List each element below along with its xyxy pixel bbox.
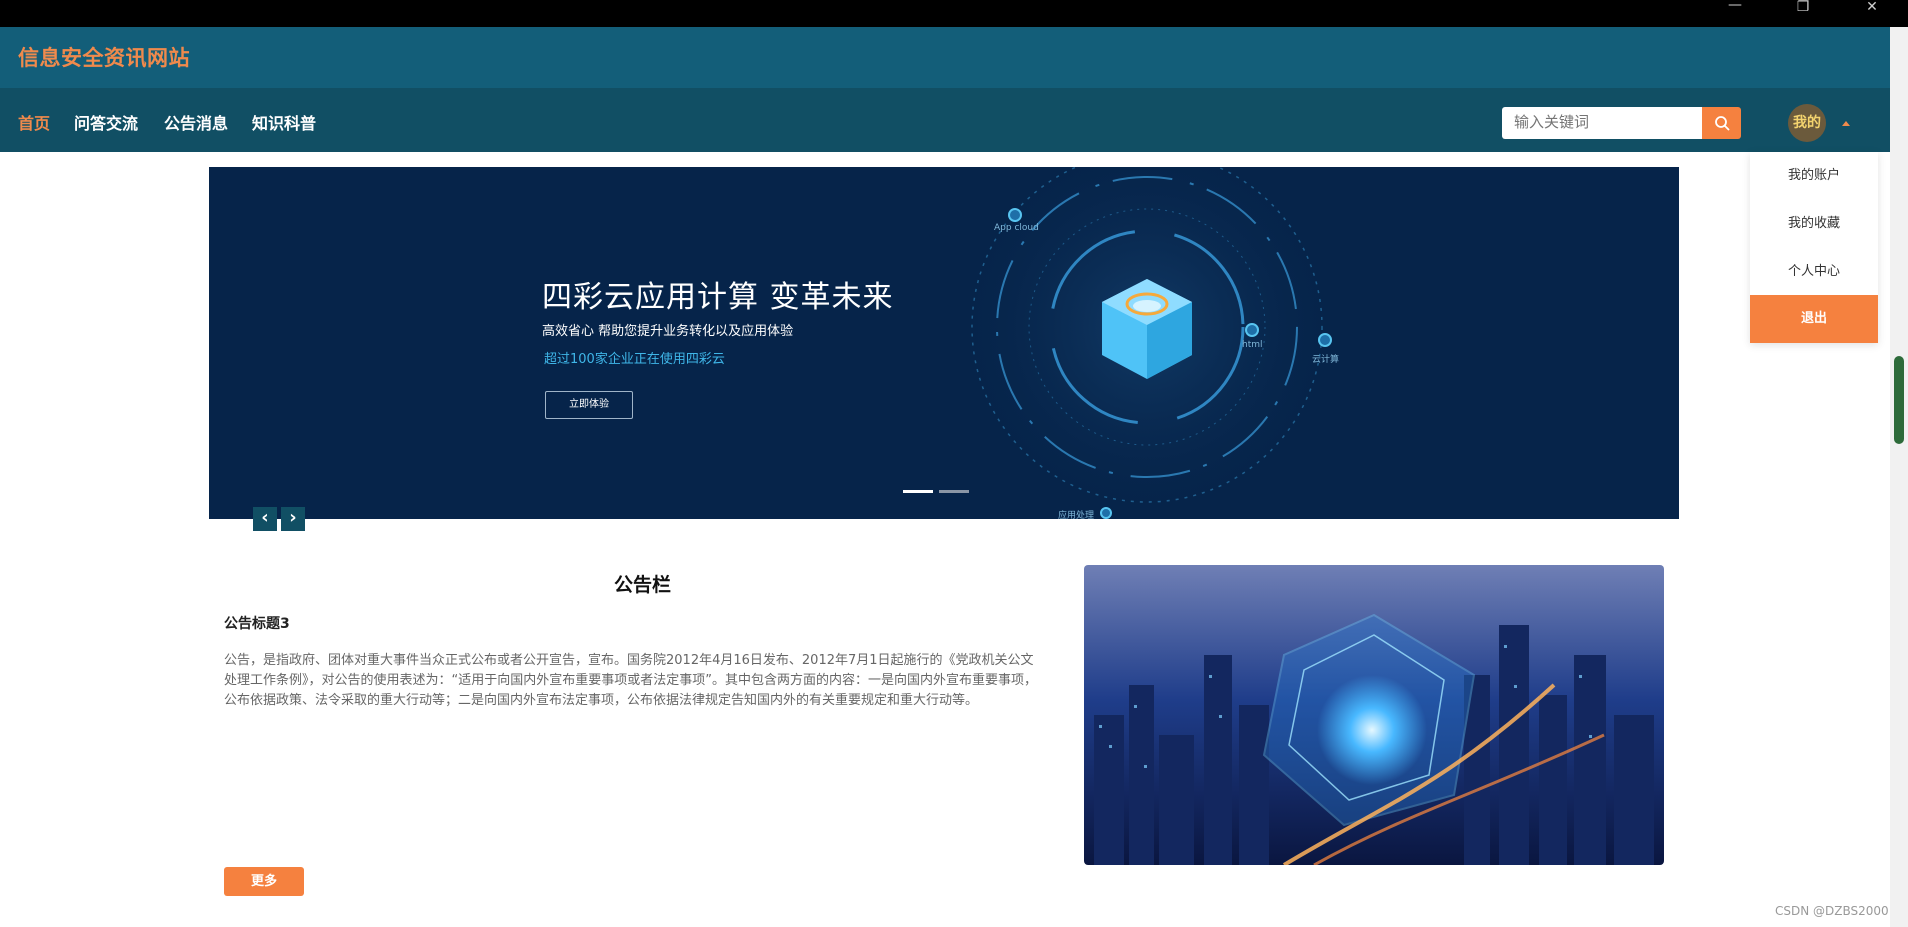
banner-label-html: html [1242,340,1263,350]
nav-item-qa[interactable]: 问答交流 [74,110,138,134]
caret-up-icon[interactable] [1842,121,1850,126]
more-button[interactable]: 更多 [224,867,304,896]
carousel-prev-icon[interactable]: ‹ [253,507,277,531]
window-titlebar: — ❐ ✕ [0,0,1908,27]
menu-item-my-account[interactable]: 我的账户 [1750,152,1878,200]
search-button[interactable] [1702,107,1741,139]
banner-label-app-processing: 应用处理 [1058,511,1095,519]
city-image [1084,565,1664,865]
city-illustration [1084,565,1664,865]
search-icon [1714,116,1729,131]
carousel-next-icon[interactable]: › [281,507,305,531]
banner-highlight: 超过100家企业正在使用四彩云 [544,352,725,367]
notice-item-title[interactable]: 公告标题3 [224,613,290,633]
restore-icon[interactable]: ❐ [1783,0,1823,14]
scrollbar-thumb[interactable] [1894,356,1904,444]
site-title[interactable]: 信息安全资讯网站 [18,42,190,72]
nav-item-knowledge[interactable]: 知识科普 [252,110,316,134]
scrollbar-track[interactable] [1890,27,1908,927]
carousel-dot-1[interactable] [903,490,933,493]
banner-label-app-cloud: App cloud [994,223,1039,233]
nav-item-notices[interactable]: 公告消息 [164,110,228,134]
notice-board-title: 公告栏 [614,574,672,596]
minimize-icon[interactable]: — [1715,0,1755,12]
watermark: CSDN @DZBS2000 [1775,904,1889,918]
notice-item-body: 公告，是指政府、团体对重大事件当众正式公布或者公开宣告，宣布。国务院2012年4… [224,653,1037,708]
user-avatar[interactable]: 我的 [1788,104,1826,142]
main-nav: 首页 问答交流 公告消息 知识科普 我的 [0,88,1890,152]
try-now-button[interactable]: 立即体验 [545,391,633,419]
carousel-dot-2[interactable] [939,490,969,493]
nav-item-home[interactable]: 首页 [18,110,50,134]
banner-subtitle: 高效省心 帮助您提升业务转化以及应用体验 [542,324,794,339]
banner-label-cloud-compute: 云计算 [1312,355,1340,365]
menu-item-my-favorites[interactable]: 我的收藏 [1750,200,1878,248]
close-icon[interactable]: ✕ [1852,0,1892,14]
banner-graphic [947,167,1347,519]
menu-item-personal-center[interactable]: 个人中心 [1750,248,1878,296]
menu-item-logout[interactable]: 退出 [1750,295,1878,343]
search-input[interactable] [1502,107,1702,139]
user-dropdown-menu: 我的账户 我的收藏 个人中心 退出 [1750,152,1878,343]
site-header: 信息安全资讯网站 [0,27,1890,88]
hero-banner[interactable]: App cloud html 云计算 应用处理 四彩云应用计算 变革未来 高效省… [209,167,1679,519]
banner-title: 四彩云应用计算 变革未来 [542,280,894,315]
